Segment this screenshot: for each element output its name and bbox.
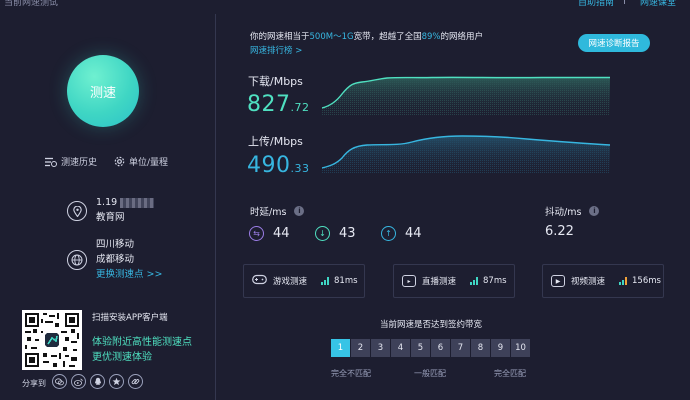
latency-ping: ⇆ 44 (249, 226, 290, 241)
ip-address: 1.19 (96, 197, 118, 208)
scale-cell[interactable]: 2 (351, 339, 370, 357)
share-label: 分享到 (22, 379, 46, 388)
headline-suffix: 的网络用户 (440, 32, 484, 42)
weibo-icon[interactable] (71, 374, 86, 389)
change-node-link[interactable]: 更换测速点 >> (96, 267, 162, 282)
jitter-label: 抖动/ms i (545, 204, 600, 218)
divider (624, 0, 625, 4)
arrow-down-icon: ↓ (315, 226, 330, 241)
live-latency: 87ms (483, 276, 507, 286)
scale-caption-high: 完全匹配 (494, 369, 526, 378)
history-link[interactable]: 测速历史 (45, 155, 97, 168)
qzone-star-icon[interactable] (109, 374, 124, 389)
jitter-label-text: 抖动/ms (545, 207, 582, 218)
result-headline: 你的网速相当于500M～1G宽带，超越了全国89%的网络用户 (250, 30, 483, 42)
video-latency: 156ms (632, 276, 661, 286)
upload-dec: .33 (290, 162, 310, 175)
live-test-label: 直播测速 (422, 277, 457, 287)
page-title: 当前网速测试 (4, 0, 59, 8)
scale-cell[interactable]: 5 (411, 339, 430, 357)
upload-label: 上传/Mbps (248, 135, 303, 148)
live-test-card[interactable]: ▸ 直播测速 87ms (393, 264, 515, 298)
upload-value: 490.33 (247, 153, 310, 178)
ping-value: 44 (273, 226, 290, 241)
scale-caption-low: 完全不匹配 (331, 369, 371, 378)
scale-caption-mid: 一般匹配 (414, 369, 446, 378)
scale-cell[interactable]: 10 (511, 339, 530, 357)
app-qr-code (22, 310, 82, 370)
latency-down: ↓ 43 (315, 226, 356, 241)
latency-up: ↑ 44 (381, 226, 422, 241)
wechat-icon[interactable] (52, 374, 67, 389)
bandwidth-range: 500M～1G (309, 32, 354, 42)
unit-settings-label: 单位/量程 (129, 158, 169, 168)
ranking-link[interactable]: 网速排行榜 > (250, 44, 302, 56)
download-value: 827.72 (247, 92, 310, 117)
gear-icon (114, 156, 125, 167)
scale-cell[interactable]: 8 (471, 339, 490, 357)
link-icon[interactable] (128, 374, 143, 389)
scale-cell[interactable]: 7 (451, 339, 470, 357)
game-latency: 81ms (334, 276, 358, 286)
app-promo-line1: 体验附近高性能测速点 (92, 337, 192, 348)
qq-icon[interactable] (90, 374, 105, 389)
diagnosis-report-button[interactable]: 网速诊断报告 (578, 34, 650, 52)
ping-icon: ⇆ (249, 226, 264, 241)
latency-label-text: 时延/ms (250, 207, 287, 218)
headline-mid: 宽带，超越了全国 (353, 32, 422, 42)
guide-link[interactable]: 自助指南 (578, 0, 614, 8)
video-icon: ▶ (551, 275, 565, 287)
gamepad-icon (252, 274, 267, 288)
video-test-label: 视频测速 (571, 277, 606, 287)
video-test-card[interactable]: ▶ 视频测速 156ms (542, 264, 664, 298)
globe-icon (67, 250, 87, 270)
down-latency-value: 43 (339, 226, 356, 241)
info-icon[interactable]: i (294, 206, 305, 216)
start-test-button[interactable]: 测速 (67, 55, 139, 127)
signal-bars-icon (470, 277, 479, 285)
panel-divider (215, 14, 216, 400)
arrow-up-icon: ↑ (381, 226, 396, 241)
up-latency-value: 44 (405, 226, 422, 241)
history-icon (45, 157, 57, 167)
scale-cell[interactable]: 1 (331, 339, 350, 357)
game-test-label: 游戏测速 (273, 277, 308, 287)
unit-settings-link[interactable]: 单位/量程 (114, 155, 168, 168)
game-test-card[interactable]: 游戏测速 81ms (243, 264, 365, 298)
tv-icon: ▸ (402, 275, 416, 287)
upload-int: 490 (247, 153, 291, 178)
upload-speed-chart (322, 135, 610, 174)
signal-bars-icon (321, 277, 330, 285)
node-location: 成都移动 (96, 254, 135, 265)
percentile: 89% (421, 32, 441, 42)
scale-cell[interactable]: 4 (391, 339, 410, 357)
scale-cell[interactable]: 3 (371, 339, 390, 357)
history-label: 测速历史 (61, 158, 98, 168)
class-link[interactable]: 网速课堂 (640, 0, 676, 8)
info-icon[interactable]: i (589, 206, 600, 216)
jitter-value: 6.22 (545, 224, 574, 239)
download-speed-chart (322, 76, 610, 116)
isp-name: 四川移动 (96, 239, 135, 250)
app-title: 扫描安装APP客户端 (92, 313, 168, 323)
network-type: 教育网 (96, 212, 125, 223)
download-int: 827 (247, 92, 291, 117)
scale-cell[interactable]: 6 (431, 339, 450, 357)
scale-cell[interactable]: 9 (491, 339, 510, 357)
location-icon (67, 201, 87, 221)
bandwidth-match-title: 当前网速是否达到签约带宽 (380, 320, 483, 330)
download-dec: .72 (290, 101, 310, 114)
signal-bars-icon (619, 277, 628, 285)
app-promo-line2: 更优测速体验 (92, 352, 152, 363)
ip-blur (120, 197, 155, 208)
bandwidth-match-scale: 1 2 3 4 5 6 7 8 9 10 (331, 339, 530, 357)
headline-prefix: 你的网速相当于 (250, 32, 310, 42)
download-label: 下载/Mbps (248, 75, 303, 88)
latency-label: 时延/ms i (250, 204, 305, 218)
